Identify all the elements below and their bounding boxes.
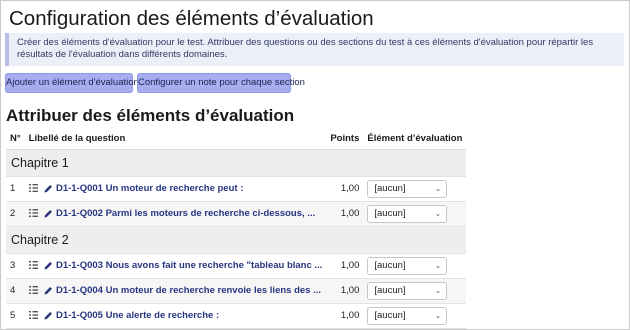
pencil-icon[interactable]: [44, 286, 53, 295]
select-value: [aucun]: [374, 182, 406, 194]
evaluation-element-select[interactable]: [aucun] ⌄: [367, 256, 448, 275]
table-header-row: N° Libellé de la question Points Élément…: [6, 129, 467, 150]
row-eval-cell: [aucun] ⌄: [363, 176, 467, 202]
page-title: Configuration des éléments d’évaluation: [9, 7, 374, 30]
header-evaluation-element: Élément d’évaluation: [363, 129, 467, 150]
row-label-cell: D1-1-Q001 Un moteur de recherche peut :: [24, 176, 327, 202]
question-link[interactable]: D1-1-Q004 Un moteur de recherche renvoie…: [56, 285, 321, 296]
question-link[interactable]: D1-1-Q001 Un moteur de recherche peut :: [56, 183, 243, 194]
pencil-icon[interactable]: [44, 184, 53, 193]
row-points: 1,00: [326, 278, 364, 304]
pencil-icon[interactable]: [44, 209, 53, 218]
select-value: [aucun]: [374, 207, 406, 219]
chevron-down-icon: ⌄: [434, 260, 442, 270]
chevron-down-icon: ⌄: [434, 285, 442, 295]
select-value: [aucun]: [374, 259, 406, 271]
chapter-row: Chapitre 2: [6, 226, 467, 254]
question-link[interactable]: D1-1-Q003 Nous avons fait une recherche …: [56, 260, 322, 271]
section-title: Attribuer des éléments d’évaluation: [6, 106, 295, 125]
table-row: 2 D1-1-Q002 Parmi les moteurs de recherc…: [6, 201, 467, 227]
row-points: 1,00: [326, 176, 364, 202]
chevron-down-icon: ⌄: [434, 208, 442, 218]
row-number: 2: [6, 201, 25, 227]
row-label-cell: D1-1-Q004 Un moteur de recherche renvoie…: [24, 278, 327, 304]
evaluation-element-select[interactable]: [aucun] ⌄: [367, 204, 448, 223]
table-row: 1 D1-1-Q001 Un moteur de recherche peut …: [6, 176, 467, 202]
row-eval-cell: [aucun] ⌄: [363, 278, 467, 304]
chapter-row: Chapitre 1: [6, 149, 467, 177]
select-value: [aucun]: [374, 309, 406, 321]
chapter-title: Chapitre 2: [6, 226, 467, 254]
drag-handle-icon[interactable]: [28, 261, 38, 270]
table-row: 4 D1-1-Q004 Un moteur de recherche renvo…: [6, 278, 467, 304]
info-box: Créer des éléments d'évaluation pour le …: [5, 33, 624, 66]
row-eval-cell: [aucun] ⌄: [363, 201, 467, 227]
pencil-icon[interactable]: [44, 261, 53, 270]
table-row: 3 D1-1-Q003 Nous avons fait une recherch…: [6, 253, 467, 279]
row-points: 1,00: [326, 253, 364, 279]
table-row: 5 D1-1-Q005 Une alerte de recherche : 1,…: [6, 303, 467, 329]
add-evaluation-element-button[interactable]: Ajouter un élément d'évaluation: [5, 73, 139, 93]
configure-section-grade-button[interactable]: Configurer un note pour chaque section: [137, 73, 305, 93]
row-label-cell: D1-1-Q003 Nous avons fait une recherche …: [24, 253, 327, 279]
header-label: Libellé de la question: [24, 129, 327, 150]
header-num: N°: [6, 129, 25, 150]
select-value: [aucun]: [374, 284, 406, 296]
row-number: 3: [6, 253, 25, 279]
drag-handle-icon[interactable]: [28, 184, 38, 193]
header-points: Points: [326, 129, 364, 150]
question-link[interactable]: D1-1-Q002 Parmi les moteurs de recherche…: [56, 208, 315, 219]
row-points: 1,00: [326, 303, 364, 329]
row-eval-cell: [aucun] ⌄: [363, 303, 467, 329]
row-number: 5: [6, 303, 25, 329]
evaluation-element-select[interactable]: [aucun] ⌄: [367, 306, 448, 325]
row-number: 1: [6, 176, 25, 202]
drag-handle-icon[interactable]: [28, 209, 38, 218]
chevron-down-icon: ⌄: [434, 183, 442, 193]
question-link[interactable]: D1-1-Q005 Une alerte de recherche :: [56, 310, 219, 321]
row-label-cell: D1-1-Q002 Parmi les moteurs de recherche…: [24, 201, 327, 227]
row-points: 1,00: [326, 201, 364, 227]
evaluation-element-select[interactable]: [aucun] ⌄: [367, 179, 448, 198]
chapter-title: Chapitre 1: [6, 149, 467, 177]
chevron-down-icon: ⌄: [434, 310, 442, 320]
drag-handle-icon[interactable]: [28, 311, 38, 320]
row-label-cell: D1-1-Q005 Une alerte de recherche :: [24, 303, 327, 329]
drag-handle-icon[interactable]: [28, 286, 38, 295]
row-number: 4: [6, 278, 25, 304]
pencil-icon[interactable]: [44, 311, 53, 320]
evaluation-element-select[interactable]: [aucun] ⌄: [367, 281, 448, 300]
row-eval-cell: [aucun] ⌄: [363, 253, 467, 279]
page-frame: Configuration des éléments d’évaluation …: [0, 0, 630, 330]
questions-table: N° Libellé de la question Points Élément…: [6, 129, 467, 329]
